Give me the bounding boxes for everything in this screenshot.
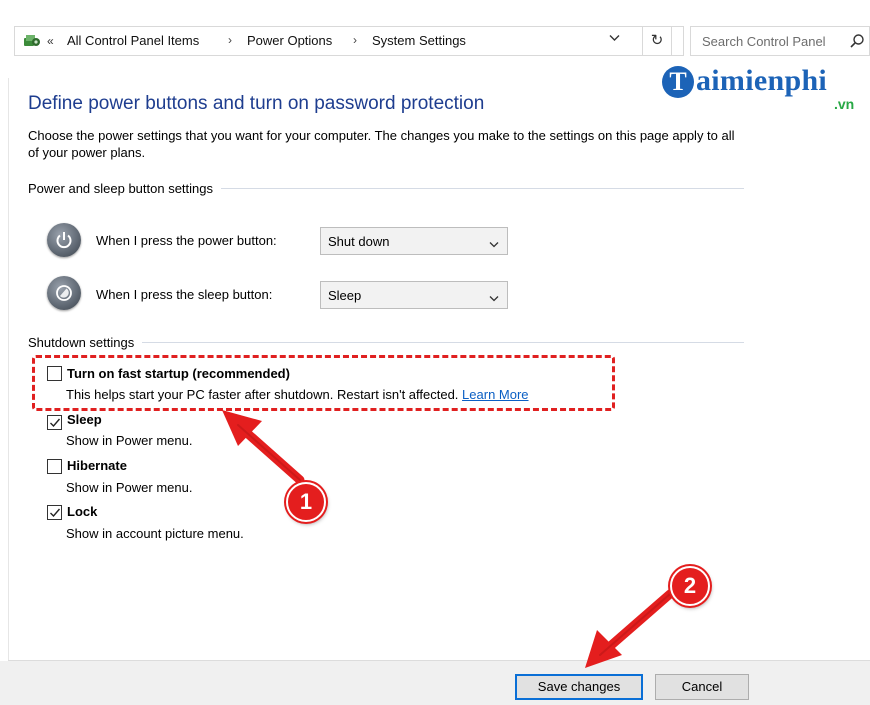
- annotation-arrow-1: [222, 410, 305, 485]
- annotation-badge-1: 1: [286, 482, 326, 522]
- annotation-badge-2: 2: [670, 566, 710, 606]
- annotation-arrows: [222, 410, 675, 668]
- annotation-arrow-2: [585, 589, 675, 668]
